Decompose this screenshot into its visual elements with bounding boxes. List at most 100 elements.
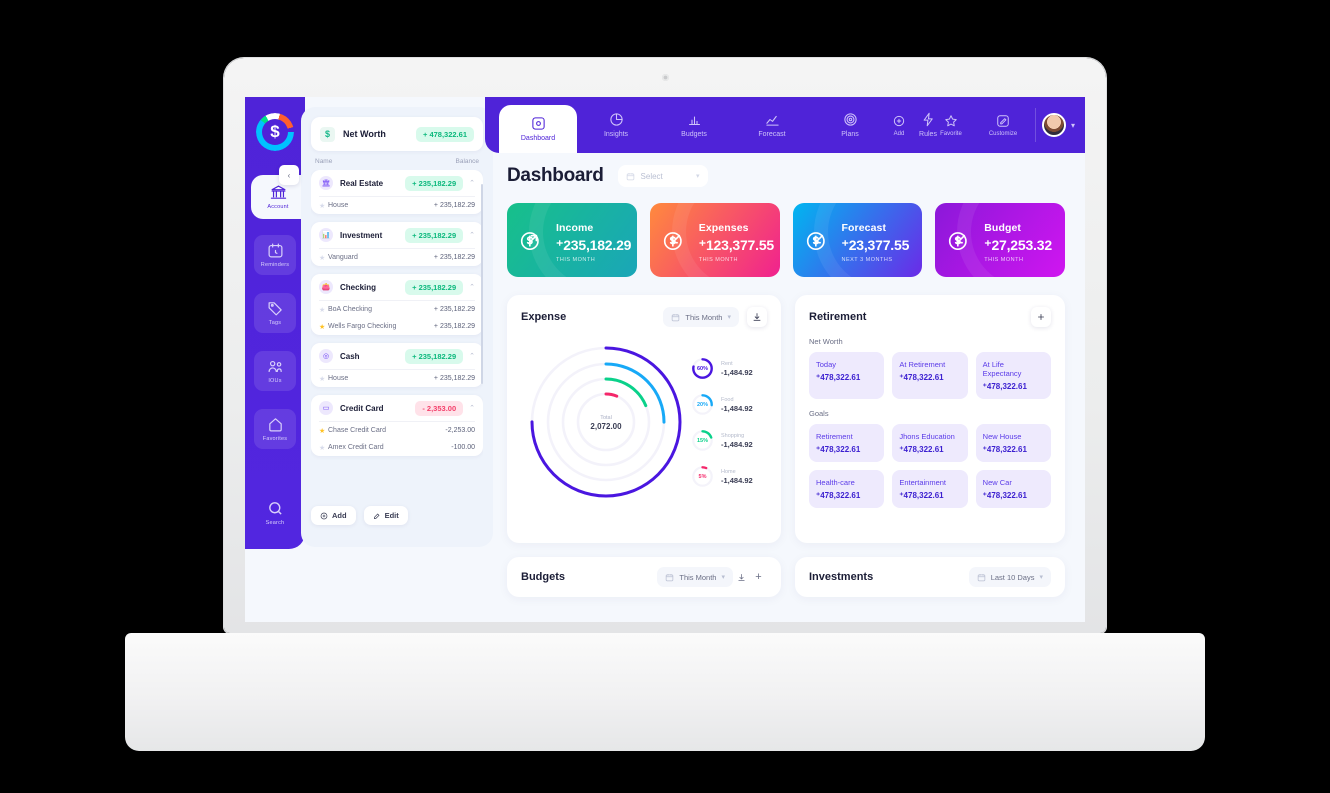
account-group-header[interactable]: ◎ Cash + 235,182.29 ⌃ xyxy=(311,343,483,369)
account-group[interactable]: 📊 Investment + 235,182.29 ⌃ ★ Vanguard + 235,1… xyxy=(311,222,483,266)
calendar-icon xyxy=(626,172,635,181)
account-group[interactable]: 🏛 Real Estate + 235,182.29 ⌃ ★ House + 235,182… xyxy=(311,170,483,214)
accounts-scroll-area[interactable]: 🏛 Real Estate + 235,182.29 ⌃ ★ House + 235,182… xyxy=(311,170,483,500)
add-budget-button[interactable]: + xyxy=(750,569,767,586)
legend-item-rent[interactable]: 60% Rent -1,484.92 xyxy=(691,357,767,380)
retirement-panel-title: Retirement xyxy=(809,311,867,323)
edit-account-button[interactable]: Edit xyxy=(363,506,408,525)
sidebar-item-reminders[interactable]: Reminders xyxy=(245,233,305,277)
goal-item[interactable]: Jhons Education ⁺478,322.61 xyxy=(892,424,968,462)
sidebar-item-favorites[interactable]: Favorites xyxy=(245,407,305,451)
tab-forecast[interactable]: Forecast xyxy=(733,97,811,153)
kpi-card-budget[interactable]: Budget ⁺27,253.32 THIS MONTH xyxy=(935,203,1065,277)
account-group[interactable]: 👛 Checking + 235,182.29 ⌃ ★ BoA Checking + 235… xyxy=(311,274,483,335)
people-icon xyxy=(267,358,284,375)
customize-button[interactable]: Customize xyxy=(977,114,1029,137)
download-expense-button[interactable] xyxy=(747,307,767,327)
account-row-name: Chase Credit Card xyxy=(328,427,386,434)
goal-item[interactable]: New House ⁺478,322.61 xyxy=(975,424,1051,462)
kpi-subtitle: THIS MONTH xyxy=(556,256,596,263)
account-group[interactable]: ▭ Credit Card - 2,353.00 ⌃ ★ Chase Credit Car… xyxy=(311,395,483,456)
page-header: Dashboard Select ▾ xyxy=(507,165,1065,187)
goal-name: Health-care xyxy=(816,478,855,487)
account-group-header[interactable]: 🏛 Real Estate + 235,182.29 ⌃ xyxy=(311,170,483,196)
net-worth-card[interactable]: $ Net Worth + 478,322.61 xyxy=(311,117,483,151)
tab-budgets[interactable]: Budgets xyxy=(655,97,733,153)
sidebar-item-search[interactable]: Search xyxy=(245,491,305,535)
goal-item[interactable]: Entertainment ⁺478,322.61 xyxy=(892,470,968,508)
download-budgets-button[interactable] xyxy=(733,569,750,586)
add-button[interactable]: Add xyxy=(873,114,925,137)
legend-ring-icon: 15% xyxy=(691,429,714,452)
add-retirement-button[interactable] xyxy=(1031,307,1051,327)
chevron-up-icon[interactable]: ⌃ xyxy=(469,231,475,239)
tab-insights[interactable]: Insights xyxy=(577,97,655,153)
account-row[interactable]: ★ House + 235,182.29 xyxy=(311,197,483,214)
add-account-button[interactable]: Add xyxy=(311,506,356,525)
account-row[interactable]: ★ Vanguard + 235,182.29 xyxy=(311,249,483,266)
collapse-sidebar-button[interactable]: ‹ xyxy=(279,165,299,185)
legend-item-food[interactable]: 20% Food -1,484.92 xyxy=(691,393,767,416)
chevron-down-icon[interactable]: ▾ xyxy=(1071,121,1075,130)
chevron-up-icon[interactable]: ⌃ xyxy=(469,179,475,187)
legend-item-shopping[interactable]: 15% Shopping -1,484.92 xyxy=(691,429,767,452)
star-icon[interactable]: ★ xyxy=(319,444,328,452)
goal-value: ⁺478,322.61 xyxy=(982,491,1027,500)
account-group[interactable]: ◎ Cash + 235,182.29 ⌃ ★ House + 235,182.29 xyxy=(311,343,483,387)
kpi-card-expenses[interactable]: Expenses ⁺123,377.55 THIS MONTH xyxy=(649,203,780,277)
sidebar-item-tags[interactable]: Tags xyxy=(245,291,305,335)
kpi-card-income[interactable]: Income ⁺235,182.29 THIS MONTH xyxy=(507,203,637,277)
star-icon xyxy=(944,114,958,128)
avatar[interactable] xyxy=(1041,113,1066,137)
account-row[interactable]: ★ Wells Fargo Checking + 235,182.29 xyxy=(311,318,483,335)
star-icon[interactable]: ★ xyxy=(319,375,328,383)
net-worth-item[interactable]: At Retirement ⁺478,322.61 xyxy=(892,352,968,399)
legend-item-home[interactable]: 5% Home -1,484.92 xyxy=(691,465,767,488)
edit-square-icon xyxy=(996,114,1010,128)
star-icon[interactable]: ★ xyxy=(319,306,328,314)
range-select[interactable]: Select ▾ xyxy=(617,165,708,187)
star-icon[interactable]: ★ xyxy=(319,254,328,262)
account-group-header[interactable]: 👛 Checking + 235,182.29 ⌃ xyxy=(311,274,483,300)
account-row[interactable]: ★ House + 235,182.29 xyxy=(311,370,483,387)
goal-name: Retirement xyxy=(816,432,853,441)
account-row-value: + 235,182.29 xyxy=(433,306,475,313)
account-row-value: + 235,182.29 xyxy=(433,254,475,261)
accounts-scrollbar[interactable] xyxy=(481,184,483,384)
retirement-panel: Retirement Net Worth Today ⁺478,322.61 At … xyxy=(795,295,1065,543)
account-group-name: Checking xyxy=(340,282,377,292)
legend-category: Shopping xyxy=(721,432,745,439)
account-group-header[interactable]: ▭ Credit Card - 2,353.00 ⌃ xyxy=(311,395,483,421)
star-icon[interactable]: ★ xyxy=(319,323,328,331)
app-window: $ Account Reminders Tags IOUs Favorites Sear… xyxy=(245,97,1085,622)
column-header-name[interactable]: Name xyxy=(315,158,332,165)
account-row[interactable]: ★ Chase Credit Card -2,253.00 xyxy=(311,422,483,439)
budgets-range-chip[interactable]: This Month ▾ xyxy=(657,567,733,587)
star-icon[interactable]: ★ xyxy=(319,202,328,210)
star-icon[interactable]: ★ xyxy=(319,427,328,435)
goal-item[interactable]: New Car ⁺478,322.61 xyxy=(975,470,1051,508)
expense-range-label: This Month xyxy=(685,312,723,322)
chevron-up-icon[interactable]: ⌃ xyxy=(469,352,475,360)
account-row[interactable]: ★ BoA Checking + 235,182.29 xyxy=(311,301,483,318)
legend-value: -1,484.92 xyxy=(721,439,753,449)
chevron-up-icon[interactable]: ⌃ xyxy=(469,283,475,291)
sidebar-item-ious[interactable]: IOUs xyxy=(245,349,305,393)
tab-dashboard[interactable]: Dashboard xyxy=(499,105,577,153)
net-worth-item[interactable]: Today ⁺478,322.61 xyxy=(809,352,885,399)
favorite-button[interactable]: Favorite xyxy=(925,114,977,137)
account-row[interactable]: ★ Amex Credit Card -100.00 xyxy=(311,439,483,456)
goal-item[interactable]: Health-care ⁺478,322.61 xyxy=(809,470,885,508)
investments-range-chip[interactable]: Last 10 Days ▾ xyxy=(968,567,1051,587)
net-worth-item[interactable]: At Life Expectancy ⁺478,322.61 xyxy=(975,352,1051,399)
investments-panel-title: Investments xyxy=(809,571,874,583)
kpi-card-forecast[interactable]: Forecast ⁺23,377.55 NEXT 3 MONTHS xyxy=(792,203,923,277)
chevron-up-icon[interactable]: ⌃ xyxy=(469,404,475,412)
column-header-balance[interactable]: Balance xyxy=(456,158,480,165)
account-group-header[interactable]: 📊 Investment + 235,182.29 ⌃ xyxy=(311,222,483,248)
goal-item[interactable]: Retirement ⁺478,322.61 xyxy=(809,424,885,462)
coin-icon: ◎ xyxy=(319,349,333,363)
expense-donut-chart[interactable]: Total 2,072.00 xyxy=(521,335,691,510)
expense-range-chip[interactable]: This Month ▾ xyxy=(663,307,739,327)
budgets-panel-title: Budgets xyxy=(521,571,565,583)
